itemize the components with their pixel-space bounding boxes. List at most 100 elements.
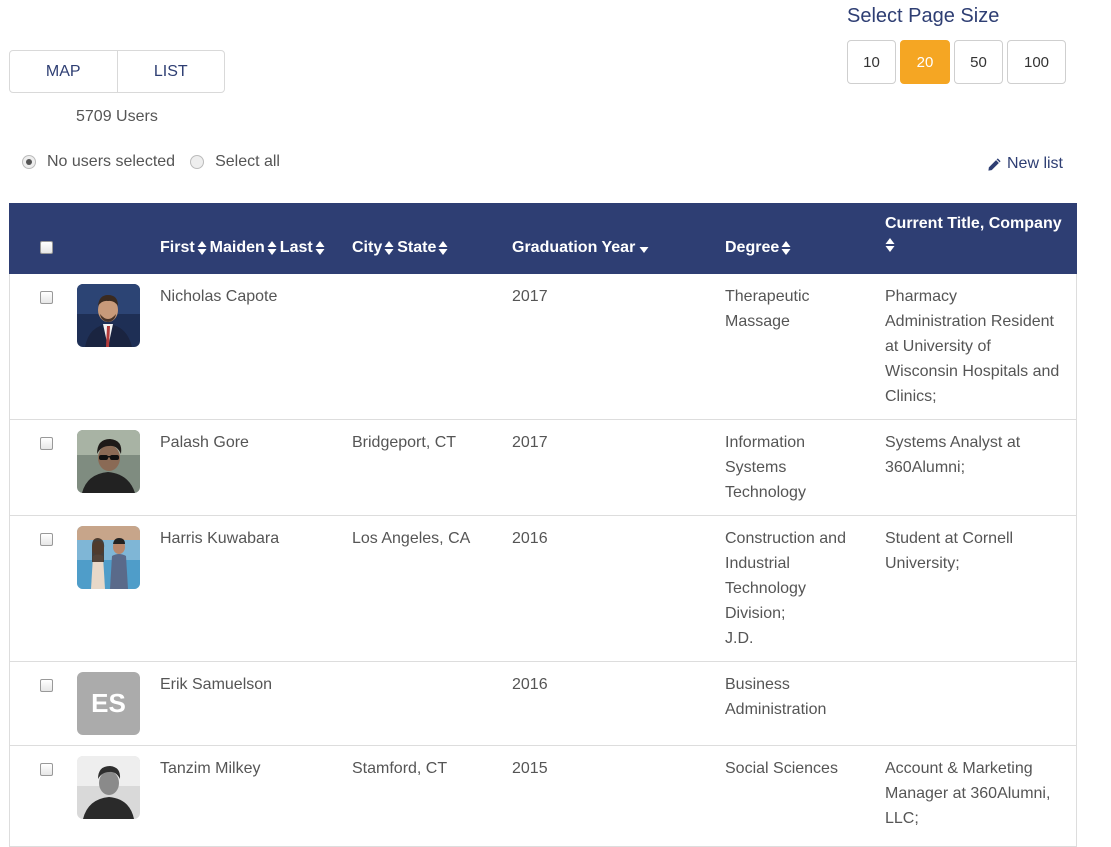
page-size-50-button[interactable]: 50	[954, 40, 1003, 84]
maiden-name-header[interactable]: Maiden	[210, 239, 265, 257]
page-size-selector: 10 20 50 100	[847, 40, 1066, 84]
user-graduation-year: 2016	[512, 530, 548, 547]
state-header[interactable]: State	[397, 239, 436, 257]
user-location: Los Angeles, CA	[352, 530, 471, 547]
degree-line: Industrial	[725, 555, 790, 572]
user-location: Bridgeport, CT	[352, 434, 457, 451]
select-all-label: Select all	[215, 153, 280, 170]
degree-line: Technology	[725, 484, 806, 501]
user-name[interactable]: Harris Kuwabara	[160, 526, 279, 551]
title-line: 360Alumni;	[885, 459, 966, 476]
map-view-button[interactable]: MAP	[10, 51, 117, 92]
degree-header[interactable]: Degree	[725, 239, 779, 257]
page-size-100-button[interactable]: 100	[1007, 40, 1066, 84]
user-name[interactable]: Erik Samuelson	[160, 672, 272, 697]
avatar-initials[interactable]: ES	[77, 672, 140, 735]
page-size-title: Select Page Size	[847, 5, 1000, 27]
user-degree: Construction and Industrial Technology D…	[725, 526, 846, 651]
select-all-radio[interactable]	[190, 155, 205, 169]
title-line: Systems Analyst at	[885, 434, 1021, 451]
user-count: 5709 Users	[76, 108, 158, 125]
title-company-column-header: Current Title, Company	[885, 215, 1062, 253]
row-checkbox[interactable]	[40, 291, 53, 304]
degree-line: J.D.	[725, 630, 754, 647]
sort-icon[interactable]	[384, 240, 394, 256]
row-checkbox[interactable]	[40, 533, 53, 546]
row-checkbox[interactable]	[40, 679, 53, 692]
location-column-header: City State	[352, 239, 448, 257]
sort-icon[interactable]	[885, 237, 895, 253]
title-line: LLC;	[885, 810, 919, 827]
degree-line: Social Sciences	[725, 760, 838, 777]
graduation-year-header[interactable]: Graduation Year	[512, 239, 635, 257]
title-line: Pharmacy	[885, 288, 958, 305]
user-title-company: Account & Marketing Manager at 360Alumni…	[885, 756, 1050, 831]
sort-icon[interactable]	[197, 240, 207, 256]
page-size-20-button[interactable]: 20	[900, 40, 950, 84]
user-degree: Social Sciences	[725, 756, 838, 781]
degree-line: Therapeutic	[725, 288, 810, 305]
users-table: First Maiden Last City State Graduation …	[9, 203, 1077, 847]
title-line: Wisconsin Hospitals and	[885, 363, 1060, 380]
user-name[interactable]: Tanzim Milkey	[160, 756, 260, 781]
table-row: Palash Gore Bridgeport, CT 2017 Informat…	[9, 420, 1077, 516]
degree-line: Systems	[725, 459, 787, 476]
no-users-selected-label: No users selected	[47, 153, 176, 170]
table-header: First Maiden Last City State Graduation …	[9, 203, 1077, 274]
degree-line: Administration	[725, 701, 827, 718]
profile-photo	[77, 756, 140, 819]
profile-photo	[77, 430, 140, 493]
new-list-link[interactable]: New list	[987, 155, 1063, 173]
user-graduation-year: 2017	[512, 288, 548, 305]
page-size-10-button[interactable]: 10	[847, 40, 896, 84]
view-toggle: MAP LIST	[9, 50, 225, 93]
table-row: ES Erik Samuelson 2016 Business Administ…	[9, 662, 1077, 746]
row-checkbox[interactable]	[40, 763, 53, 776]
name-column-header: First Maiden Last	[160, 239, 325, 257]
new-list-label: New list	[1006, 155, 1063, 172]
user-graduation-year: 2016	[512, 676, 548, 693]
table-row: Harris Kuwabara Los Angeles, CA 2016 Con…	[9, 516, 1077, 662]
graduation-year-column-header: Graduation Year	[512, 239, 649, 257]
sort-desc-icon[interactable]	[639, 246, 649, 254]
user-name[interactable]: Nicholas Capote	[160, 284, 277, 309]
avatar[interactable]	[77, 284, 140, 347]
user-title-company: Systems Analyst at 360Alumni;	[885, 430, 1020, 480]
title-line: at University of	[885, 338, 991, 355]
user-graduation-year: 2017	[512, 434, 548, 451]
avatar[interactable]	[77, 526, 140, 589]
title-line: Clinics;	[885, 388, 937, 405]
last-name-header[interactable]: Last	[280, 239, 313, 257]
degree-line: Technology	[725, 580, 806, 597]
pencil-icon	[988, 157, 1001, 171]
table-row: Tanzim Milkey Stamford, CT 2015 Social S…	[9, 746, 1077, 847]
title-company-header[interactable]: Current Title, Company	[885, 215, 1062, 233]
avatar[interactable]	[77, 756, 140, 819]
first-name-header[interactable]: First	[160, 239, 195, 257]
list-view-button[interactable]: LIST	[116, 51, 225, 92]
profile-photo	[77, 526, 140, 589]
user-title-company: Pharmacy Administration Resident at Univ…	[885, 284, 1059, 409]
title-line: Student at Cornell	[885, 530, 1014, 547]
sort-icon[interactable]	[438, 240, 448, 256]
sort-icon[interactable]	[315, 240, 325, 256]
no-users-selected-radio[interactable]	[22, 155, 36, 169]
avatar[interactable]	[77, 430, 140, 493]
user-location: Stamford, CT	[352, 760, 448, 777]
title-line: Manager at 360Alumni,	[885, 785, 1051, 802]
degree-line: Construction and	[725, 530, 846, 547]
degree-line: Massage	[725, 313, 790, 330]
user-name[interactable]: Palash Gore	[160, 430, 249, 455]
sort-icon[interactable]	[781, 240, 791, 256]
table-row: Nicholas Capote 2017 Therapeutic Massage…	[9, 274, 1077, 420]
user-degree: Business Administration	[725, 672, 826, 722]
sort-icon[interactable]	[267, 240, 277, 256]
user-graduation-year: 2015	[512, 760, 548, 777]
profile-photo	[77, 284, 140, 347]
user-degree: Information Systems Technology	[725, 430, 806, 505]
select-all-checkbox[interactable]	[40, 241, 53, 254]
city-header[interactable]: City	[352, 239, 382, 257]
row-checkbox[interactable]	[40, 437, 53, 450]
degree-line: Information	[725, 434, 806, 451]
degree-line: Business	[725, 676, 790, 693]
